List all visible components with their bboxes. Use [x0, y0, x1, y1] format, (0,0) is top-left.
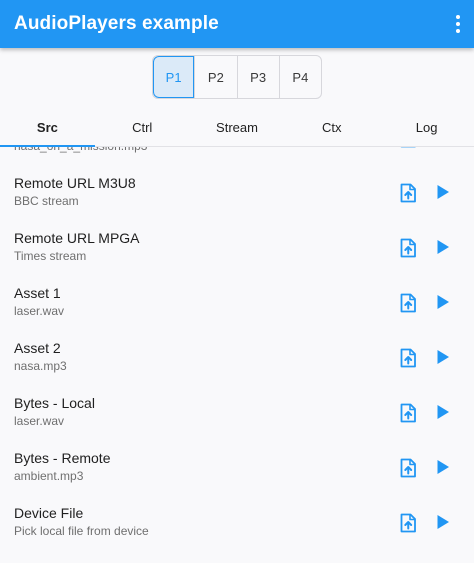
source-title: Bytes - Local	[14, 395, 95, 411]
tab-stream[interactable]: Stream	[190, 108, 285, 146]
file-upload-icon[interactable]	[399, 458, 417, 478]
player-toggle-p3[interactable]: P3	[236, 56, 279, 98]
player-toggle-group: P1 P2 P3 P4	[152, 55, 322, 99]
player-toggle-p2[interactable]: P2	[194, 56, 236, 98]
player-toggle-p4[interactable]: P4	[278, 56, 321, 98]
tab-ctrl[interactable]: Ctrl	[95, 108, 190, 146]
source-title: Asset 2	[14, 340, 61, 356]
app-title: AudioPlayers example	[14, 13, 219, 34]
tab-src[interactable]: Src	[0, 108, 95, 147]
list-item: Asset 1 laser.wav	[0, 275, 474, 330]
more-vert-icon[interactable]	[446, 10, 470, 38]
source-title: Bytes - Remote	[14, 450, 111, 466]
source-list[interactable]: nasa_on_a_mission.mp3 Remote URL M3U8 BBC …	[0, 147, 474, 563]
file-upload-icon[interactable]	[399, 403, 417, 423]
source-subtitle: laser.wav	[14, 304, 65, 318]
play-arrow-icon[interactable]	[436, 459, 450, 475]
file-upload-icon[interactable]	[399, 513, 417, 533]
source-title: Remote URL MPGA	[14, 230, 140, 246]
file-upload-icon[interactable]	[399, 348, 417, 368]
source-subtitle: Pick local file from device	[14, 524, 149, 538]
source-subtitle: nasa.mp3	[14, 359, 67, 373]
player-toggle-p1[interactable]: P1	[153, 56, 195, 98]
tab-log[interactable]: Log	[379, 108, 474, 146]
play-arrow-icon[interactable]	[436, 514, 450, 530]
source-subtitle: nasa_on_a_mission.mp3	[14, 147, 147, 153]
list-item: Bytes - Local laser.wav	[0, 385, 474, 440]
file-upload-icon[interactable]	[399, 293, 417, 313]
source-title: Remote URL M3U8	[14, 175, 136, 191]
list-item: Remote URL MPGA Times stream	[0, 220, 474, 275]
list-item: Device File Pick local file from device	[0, 495, 474, 550]
list-item: nasa_on_a_mission.mp3	[0, 147, 474, 165]
source-subtitle: laser.wav	[14, 414, 65, 428]
play-arrow-icon[interactable]	[436, 184, 450, 200]
file-upload-icon[interactable]	[399, 147, 417, 148]
play-arrow-icon[interactable]	[436, 239, 450, 255]
app-bar: AudioPlayers example	[0, 0, 474, 48]
source-subtitle: Times stream	[14, 249, 87, 263]
list-item: Remote URL M3U8 BBC stream	[0, 165, 474, 220]
file-upload-icon[interactable]	[399, 238, 417, 258]
source-title: Device File	[14, 505, 84, 521]
app: AudioPlayers example P1 P2 P3 P4 Src Ctr…	[0, 0, 474, 563]
list-item: Asset 2 nasa.mp3	[0, 330, 474, 385]
tab-bar: Src Ctrl Stream Ctx Log	[0, 108, 474, 147]
source-subtitle: BBC stream	[14, 194, 79, 208]
play-arrow-icon[interactable]	[436, 349, 450, 365]
list-item: Bytes - Remote ambient.mp3	[0, 440, 474, 495]
source-subtitle: ambient.mp3	[14, 469, 84, 483]
file-upload-icon[interactable]	[399, 183, 417, 203]
play-arrow-icon[interactable]	[436, 404, 450, 420]
tab-ctx[interactable]: Ctx	[284, 108, 379, 146]
source-title: Asset 1	[14, 285, 61, 301]
play-arrow-icon[interactable]	[436, 294, 450, 310]
